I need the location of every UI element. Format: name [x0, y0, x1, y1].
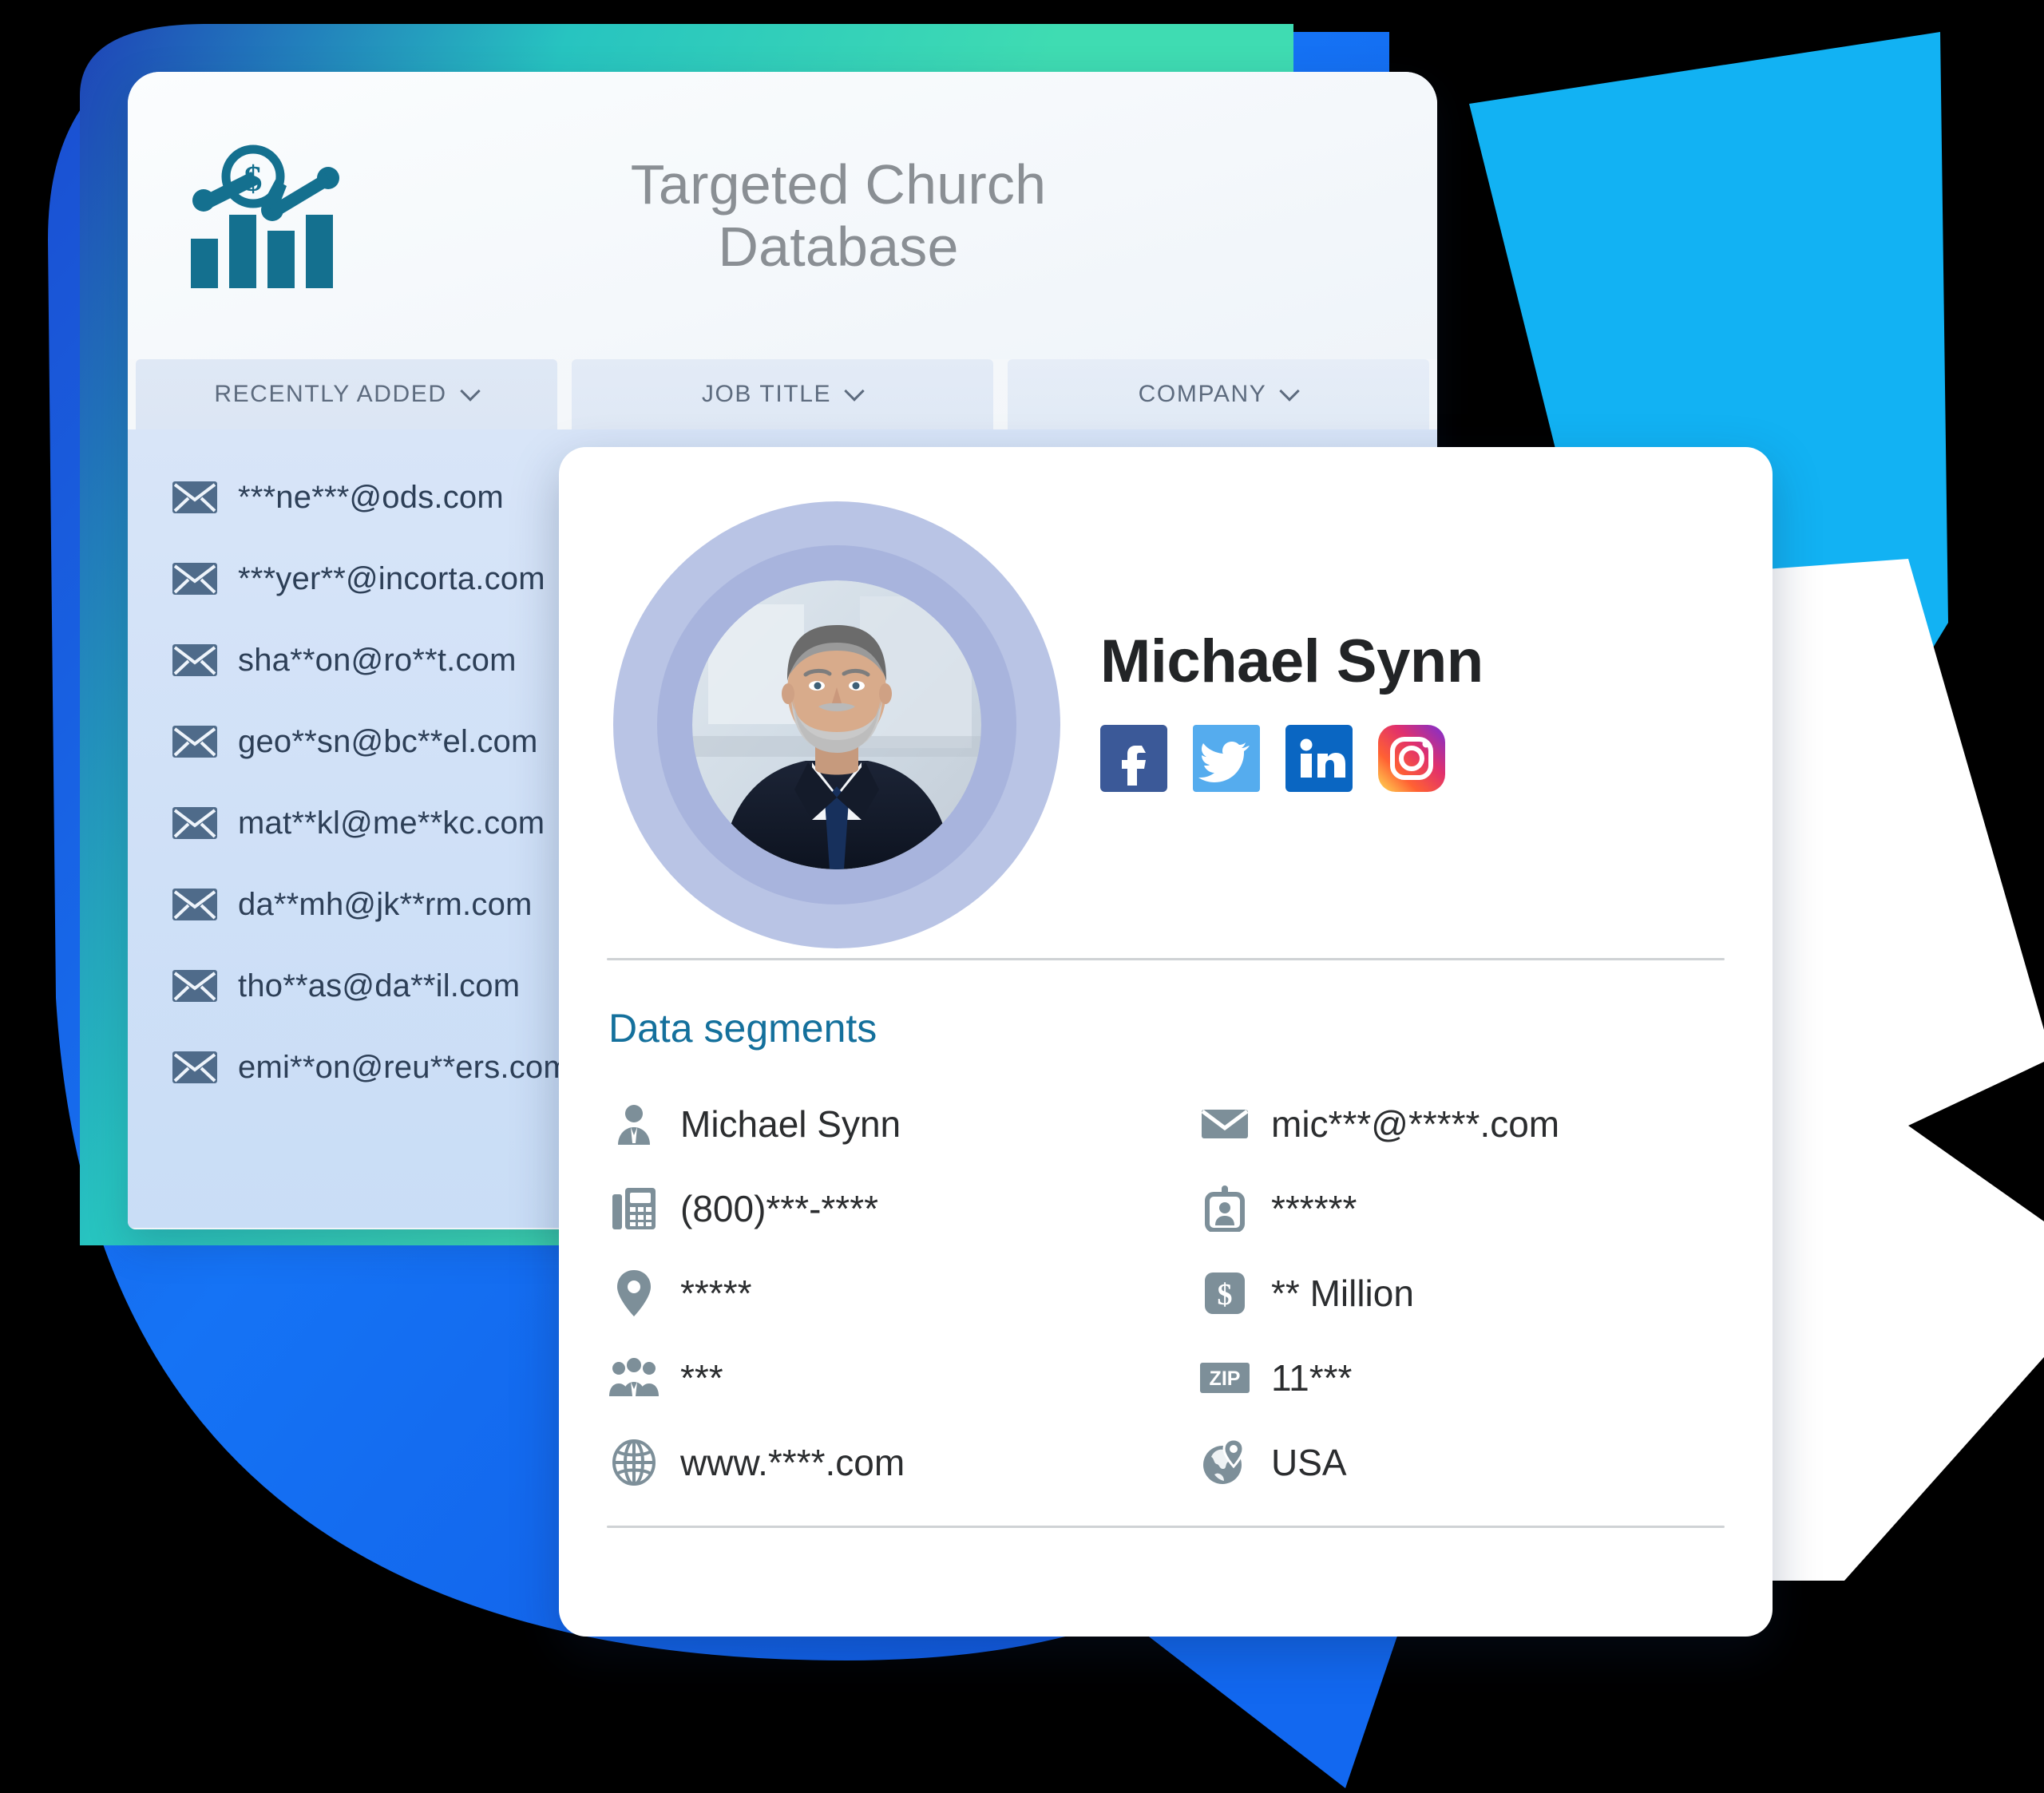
- segment-row: USA: [1199, 1420, 1725, 1505]
- profile-identity: Michael Synn: [1076, 627, 1725, 824]
- segment-row: ******: [1199, 1166, 1725, 1251]
- avatar: [597, 485, 1076, 964]
- segment-value: ** Million: [1271, 1273, 1414, 1314]
- segment-row: (800)***-****: [608, 1166, 1199, 1251]
- email-address: sha**on@ro**t.com: [238, 642, 517, 678]
- screenshot-root: $ Targeted Church Database RECENTLY ADDE…: [0, 0, 2044, 1793]
- page-title-line-2: Database: [718, 216, 959, 278]
- filter-tab-label: COMPANY: [1138, 381, 1267, 407]
- blue-triangle-tail: [1118, 1613, 1405, 1788]
- envelope-icon: [172, 970, 217, 1002]
- svg-text:$: $: [1218, 1278, 1233, 1312]
- twitter-icon[interactable]: [1193, 724, 1260, 792]
- email-address: emi**on@reu**ers.com: [238, 1049, 570, 1085]
- envelope-icon: [172, 1051, 217, 1083]
- filter-tab-label: RECENTLY ADDED: [214, 381, 447, 407]
- svg-text:ZIP: ZIP: [1210, 1368, 1241, 1390]
- filter-tab-job-title[interactable]: JOB TITLE: [572, 359, 993, 429]
- profile-divider-bottom: [607, 1526, 1725, 1528]
- segment-row: mic***@*****.com: [1199, 1082, 1725, 1166]
- dollar-icon: $: [1199, 1268, 1250, 1319]
- segment-row: www.****.com: [608, 1420, 1199, 1505]
- filter-tab-company[interactable]: COMPANY: [1008, 359, 1429, 429]
- segment-value: 11***: [1271, 1357, 1353, 1399]
- segment-value: www.****.com: [680, 1442, 905, 1483]
- segment-row: Michael Synn: [608, 1082, 1199, 1166]
- zip-code-icon: ZIP: [1199, 1352, 1250, 1403]
- segment-value: *****: [680, 1273, 752, 1314]
- filter-tab-recently-added[interactable]: RECENTLY ADDED: [136, 359, 557, 429]
- envelope-icon: [172, 807, 217, 839]
- segment-value: mic***@*****.com: [1271, 1103, 1560, 1145]
- envelope-icon: [172, 644, 217, 676]
- email-address: da**mh@jk**rm.com: [238, 886, 533, 922]
- data-segments-grid: Michael Synn mic***@*****.com (800)***-*…: [559, 1066, 1773, 1505]
- segment-value: USA: [1271, 1442, 1347, 1483]
- svg-text:$: $: [244, 158, 263, 199]
- profile-header: Michael Synn: [559, 447, 1773, 958]
- segment-row: ***: [608, 1336, 1199, 1420]
- person-icon: [608, 1098, 660, 1150]
- segment-value: (800)***-****: [680, 1188, 879, 1229]
- facebook-icon[interactable]: [1100, 724, 1167, 792]
- envelope-icon: [172, 563, 217, 595]
- fax-machine-icon: [608, 1183, 660, 1234]
- email-address: ***ne***@ods.com: [238, 479, 504, 515]
- envelope-icon: [1199, 1098, 1250, 1150]
- segment-value: Michael Synn: [680, 1103, 901, 1145]
- contact-name: Michael Synn: [1100, 627, 1483, 695]
- segment-row: ZIP 11***: [1199, 1336, 1725, 1420]
- segment-row: *****: [608, 1251, 1199, 1336]
- chevron-down-icon: [846, 382, 863, 400]
- envelope-icon: [172, 481, 217, 513]
- id-badge-icon: [1199, 1183, 1250, 1234]
- chevron-down-icon: [461, 382, 479, 400]
- avatar-photo: [692, 580, 981, 869]
- segment-value: ******: [1271, 1188, 1357, 1229]
- email-address: geo**sn@bc**el.com: [238, 723, 538, 759]
- segment-value: ***: [680, 1357, 723, 1399]
- page-title: Targeted Church Database: [359, 153, 1389, 279]
- globe-pin-icon: [1199, 1437, 1250, 1488]
- email-address: tho**as@da**il.com: [238, 968, 521, 1003]
- linkedin-icon[interactable]: [1285, 724, 1353, 792]
- segment-row: $ ** Million: [1199, 1251, 1725, 1336]
- people-group-icon: [608, 1352, 660, 1403]
- contact-profile-card: Michael Synn Data segments Michael Synn …: [559, 447, 1773, 1637]
- data-segments-heading: Data segments: [608, 1006, 877, 1051]
- envelope-icon: [172, 889, 217, 920]
- chevron-down-icon: [1281, 382, 1298, 400]
- social-links: [1100, 724, 1725, 792]
- database-card-header: $ Targeted Church Database: [128, 72, 1437, 359]
- envelope-icon: [172, 726, 217, 758]
- globe-icon: [608, 1437, 660, 1488]
- location-pin-icon: [608, 1268, 660, 1319]
- filter-tab-row: RECENTLY ADDED JOB TITLE COMPANY: [128, 359, 1437, 429]
- bar-chart-dollar-icon: $: [176, 140, 359, 291]
- email-address: ***yer**@incorta.com: [238, 560, 545, 596]
- filter-tab-label: JOB TITLE: [701, 381, 832, 407]
- email-address: mat**kl@me**kc.com: [238, 805, 545, 841]
- instagram-icon[interactable]: [1378, 724, 1445, 792]
- page-title-line-1: Targeted Church: [630, 152, 1047, 216]
